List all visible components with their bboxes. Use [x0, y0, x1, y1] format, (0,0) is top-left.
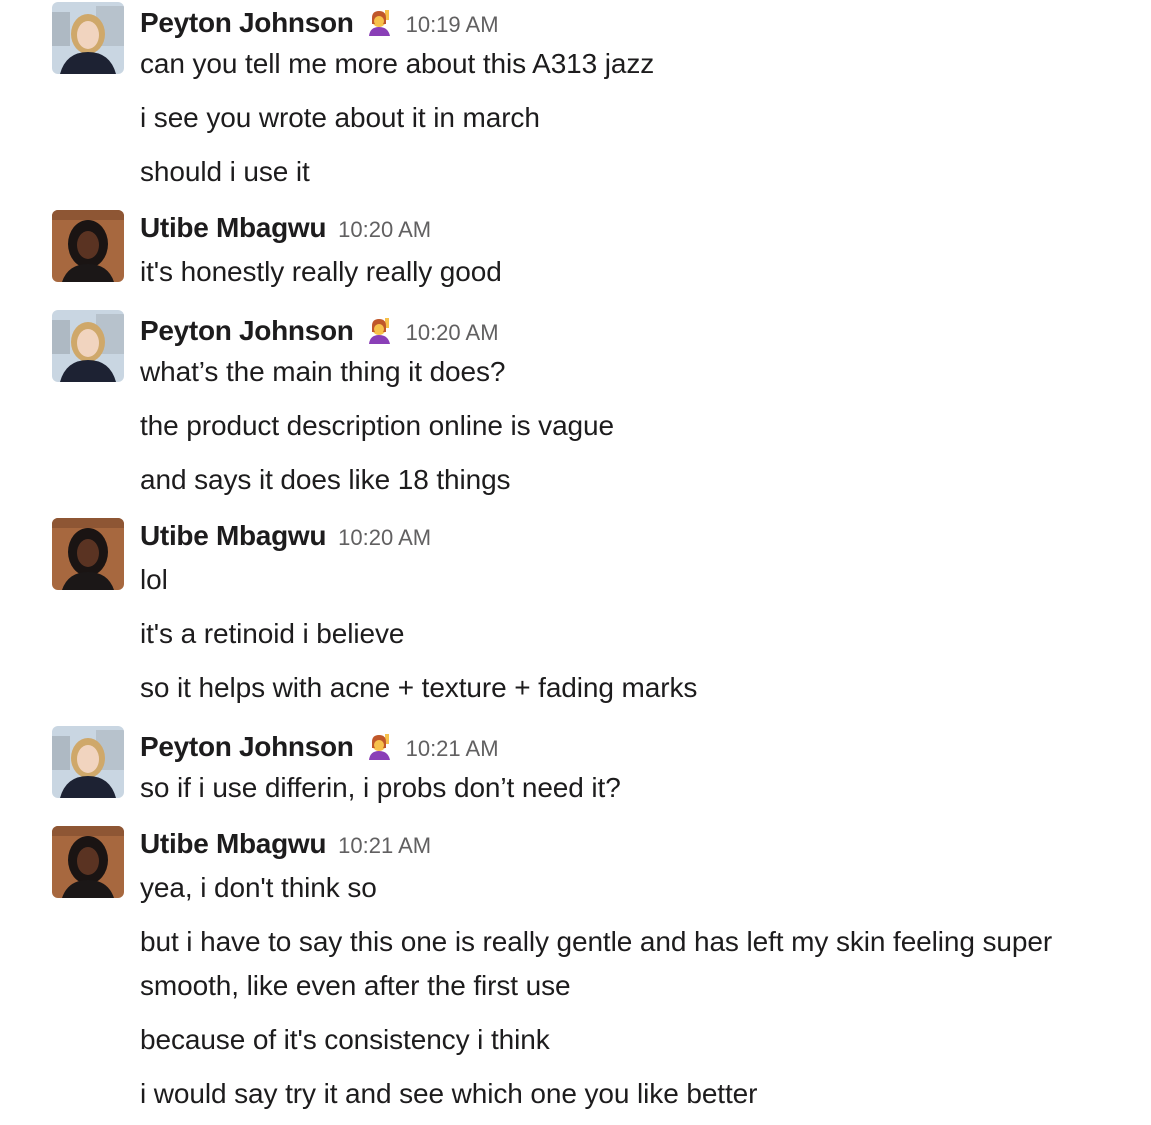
person-raising-hand-emoji-icon — [366, 732, 394, 760]
timestamp[interactable]: 10:19 AM — [406, 12, 499, 38]
sender-name[interactable]: Utibe Mbagwu — [140, 520, 326, 552]
message-text: it's honestly really really good — [140, 256, 502, 287]
timestamp[interactable]: 10:21 AM — [338, 833, 431, 859]
timestamp[interactable]: 10:21 AM — [406, 736, 499, 762]
message-text: yea, i don't think so — [140, 872, 377, 903]
message-header: Utibe Mbagwu 10:20 AM — [140, 520, 431, 554]
message-text: but i have to say this one is really gen… — [140, 926, 1053, 957]
message-text: it's a retinoid i believe — [140, 618, 405, 649]
message-text: what’s the main thing it does? — [140, 356, 506, 387]
avatar[interactable] — [52, 518, 124, 590]
message-text: because of it's consistency i think — [140, 1024, 550, 1055]
message-text: so it helps with acne + texture + fading… — [140, 672, 698, 703]
timestamp[interactable]: 10:20 AM — [406, 320, 499, 346]
sender-name[interactable]: Utibe Mbagwu — [140, 212, 326, 244]
message-text: i see you wrote about it in march — [140, 102, 540, 133]
message-text: can you tell me more about this A313 jaz… — [140, 48, 655, 79]
message-text: so if i use differin, i probs don’t need… — [140, 772, 621, 803]
timestamp[interactable]: 10:20 AM — [338, 217, 431, 243]
message-text: the product description online is vague — [140, 410, 614, 441]
sender-name[interactable]: Peyton Johnson — [140, 315, 354, 347]
avatar[interactable] — [52, 310, 124, 382]
message-header: Peyton Johnson 10:19 AM — [140, 4, 499, 38]
sender-name[interactable]: Peyton Johnson — [140, 7, 354, 39]
message-text: i would say try it and see which one you… — [140, 1078, 758, 1109]
timestamp[interactable]: 10:20 AM — [338, 525, 431, 551]
message-header: Utibe Mbagwu 10:21 AM — [140, 828, 431, 862]
sender-name[interactable]: Peyton Johnson — [140, 731, 354, 763]
avatar[interactable] — [52, 210, 124, 282]
message-text: lol — [140, 564, 168, 595]
avatar[interactable] — [52, 2, 124, 74]
message-text: should i use it — [140, 156, 310, 187]
message-text: smooth, like even after the first use — [140, 970, 571, 1001]
sender-name[interactable]: Utibe Mbagwu — [140, 828, 326, 860]
message-header: Peyton Johnson 10:21 AM — [140, 728, 499, 762]
message-header: Utibe Mbagwu 10:20 AM — [140, 212, 431, 246]
message-header: Peyton Johnson 10:20 AM — [140, 312, 499, 346]
avatar[interactable] — [52, 826, 124, 898]
message-text: and says it does like 18 things — [140, 464, 511, 495]
person-raising-hand-emoji-icon — [366, 316, 394, 344]
person-raising-hand-emoji-icon — [366, 8, 394, 36]
avatar[interactable] — [52, 726, 124, 798]
